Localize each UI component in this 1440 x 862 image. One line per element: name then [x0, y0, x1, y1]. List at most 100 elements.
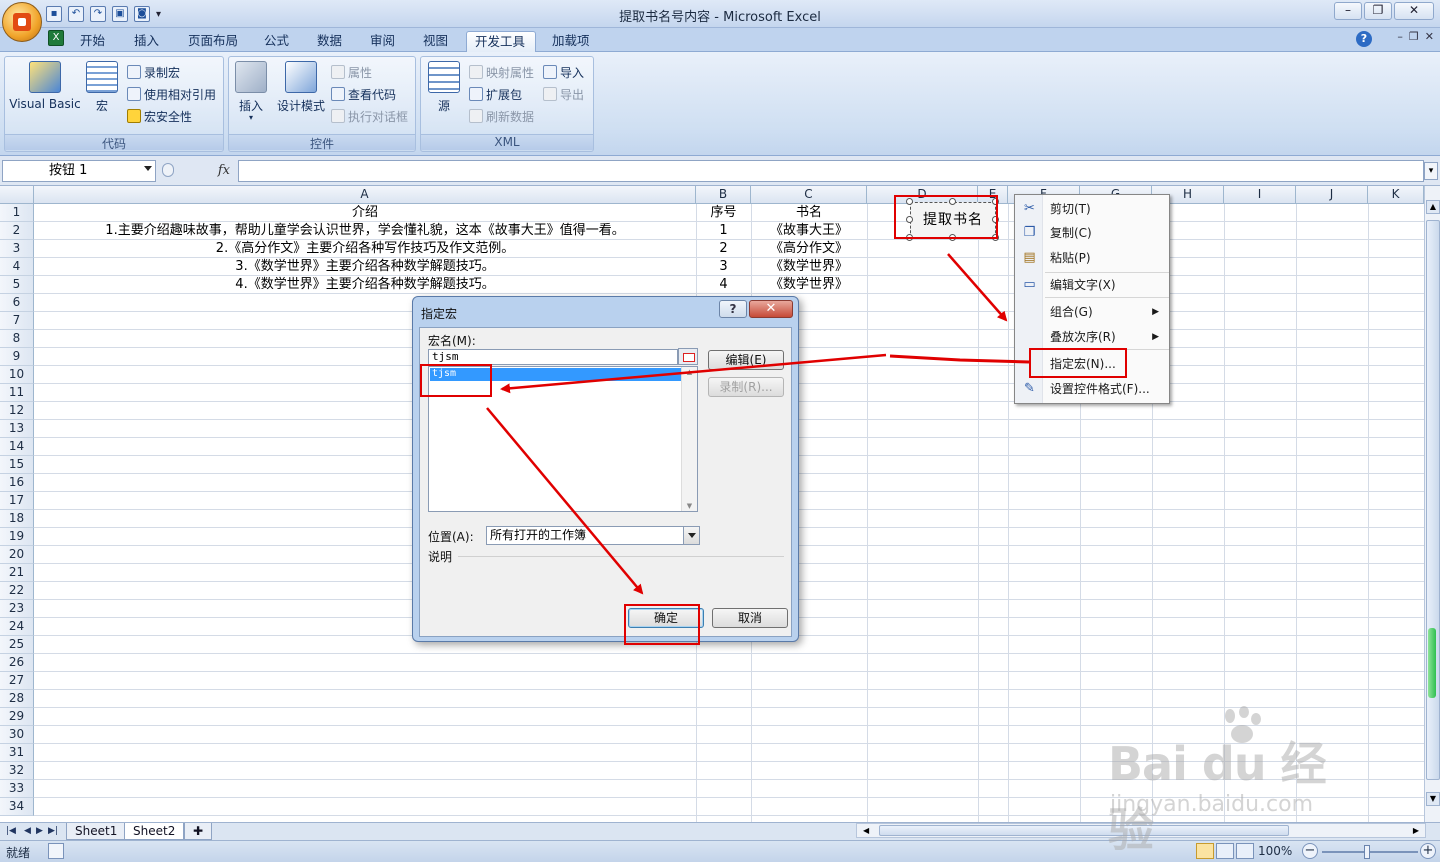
- column-header[interactable]: C: [751, 186, 867, 204]
- resize-handle[interactable]: [949, 198, 956, 205]
- cell-a4[interactable]: 3.《数学世界》主要介绍各种数学解题技巧。: [34, 258, 696, 276]
- row-header[interactable]: 4: [0, 258, 34, 276]
- cell-b3[interactable]: 2: [696, 240, 751, 258]
- ok-button[interactable]: 确定: [628, 608, 704, 628]
- resize-handle[interactable]: [906, 216, 913, 223]
- chevron-down-icon[interactable]: [683, 527, 699, 544]
- xml-source-button[interactable]: 源: [427, 61, 461, 114]
- insert-function-icon[interactable]: fx: [218, 163, 230, 178]
- row-header[interactable]: 23: [0, 600, 34, 618]
- dialog-help-button[interactable]: ?: [719, 300, 747, 318]
- refresh-data-button[interactable]: 刷新数据: [469, 108, 534, 125]
- tab-review[interactable]: 审阅: [362, 31, 403, 52]
- edit-macro-button[interactable]: 编辑(E): [708, 350, 784, 370]
- resize-handle[interactable]: [949, 234, 956, 241]
- column-header[interactable]: K: [1368, 186, 1424, 204]
- resize-handle[interactable]: [992, 198, 999, 205]
- cell-c5[interactable]: 《数学世界》: [751, 276, 867, 294]
- cell-a3[interactable]: 2.《高分作文》主要介绍各种写作技巧及作文范例。: [34, 240, 696, 258]
- row-header[interactable]: 26: [0, 654, 34, 672]
- row-header[interactable]: 27: [0, 672, 34, 690]
- row-header[interactable]: 29: [0, 708, 34, 726]
- zoom-in-icon[interactable]: +: [1420, 843, 1436, 859]
- cancel-button[interactable]: 取消: [712, 608, 788, 628]
- row-header[interactable]: 18: [0, 510, 34, 528]
- row-header[interactable]: 33: [0, 780, 34, 798]
- import-button[interactable]: 导入: [543, 64, 584, 81]
- select-all-corner[interactable]: [0, 186, 34, 204]
- first-sheet-icon[interactable]: |◀: [6, 826, 16, 836]
- ribbon-close-icon[interactable]: ✕: [1425, 30, 1434, 43]
- tab-data[interactable]: 数据: [309, 31, 350, 52]
- resize-handle[interactable]: [992, 234, 999, 241]
- row-header[interactable]: 16: [0, 474, 34, 492]
- scroll-up-icon[interactable]: ▲: [682, 368, 697, 376]
- row-header[interactable]: 20: [0, 546, 34, 564]
- insert-sheet-icon[interactable]: ✚: [184, 823, 212, 840]
- row-header[interactable]: 14: [0, 438, 34, 456]
- row-header[interactable]: 19: [0, 528, 34, 546]
- row-header[interactable]: 3: [0, 240, 34, 258]
- row-header[interactable]: 30: [0, 726, 34, 744]
- cell-a5[interactable]: 4.《数学世界》主要介绍各种数学解题技巧。: [34, 276, 696, 294]
- visual-basic-button[interactable]: Visual Basic: [7, 61, 83, 111]
- formula-input[interactable]: [238, 160, 1424, 182]
- tab-view[interactable]: 视图: [415, 31, 456, 52]
- row-header[interactable]: 22: [0, 582, 34, 600]
- insert-control-button[interactable]: 插入 ▾: [233, 61, 269, 122]
- row-header[interactable]: 28: [0, 690, 34, 708]
- macro-recording-icon[interactable]: [48, 843, 64, 859]
- row-header[interactable]: 2: [0, 222, 34, 240]
- resize-handle[interactable]: [992, 216, 999, 223]
- row-header[interactable]: 11: [0, 384, 34, 402]
- row-header[interactable]: 34: [0, 798, 34, 816]
- macro-name-input[interactable]: tjsm: [428, 349, 678, 365]
- row-header[interactable]: 12: [0, 402, 34, 420]
- menu-item-assign-macro[interactable]: 指定宏(N)...: [1043, 352, 1169, 376]
- run-dialog-button[interactable]: 执行对话框: [331, 108, 408, 125]
- row-header[interactable]: 1: [0, 204, 34, 222]
- office-button[interactable]: [2, 2, 42, 42]
- scroll-down-icon[interactable]: ▼: [1426, 792, 1440, 806]
- menu-item-group[interactable]: 组合(G) ▶: [1043, 300, 1169, 324]
- cell-a2[interactable]: 1.主要介绍趣味故事，帮助儿童学会认识世界，学会懂礼貌，这本《故事大王》值得一看…: [34, 222, 696, 240]
- ribbon-restore-icon[interactable]: ❐: [1409, 30, 1419, 43]
- row-header[interactable]: 7: [0, 312, 34, 330]
- dialog-close-button[interactable]: ✕: [749, 300, 793, 318]
- cell-b2[interactable]: 1: [696, 222, 751, 240]
- column-header[interactable]: A: [34, 186, 696, 204]
- tab-insert[interactable]: 插入: [126, 31, 167, 52]
- view-code-button[interactable]: 查看代码: [331, 86, 396, 103]
- menu-item-copy[interactable]: 复制(C): [1043, 221, 1169, 245]
- minimize-button[interactable]: –: [1334, 2, 1362, 20]
- cell-c2[interactable]: 《故事大王》: [751, 222, 867, 240]
- tab-addins[interactable]: 加载项: [544, 31, 598, 52]
- resize-handle[interactable]: [906, 198, 913, 205]
- cell-c3[interactable]: 《高分作文》: [751, 240, 867, 258]
- extract-title-form-button[interactable]: 提取书名: [910, 202, 996, 238]
- design-mode-button[interactable]: 设计模式: [273, 61, 329, 114]
- macro-security-button[interactable]: 宏安全性: [127, 108, 192, 125]
- record-macro-dialog-button[interactable]: 录制(R)...: [708, 377, 784, 397]
- location-select[interactable]: 所有打开的工作簿: [486, 526, 700, 545]
- resize-handle[interactable]: [906, 234, 913, 241]
- expand-formula-bar-icon[interactable]: ▾: [1424, 162, 1438, 180]
- menu-item-paste[interactable]: 粘贴(P): [1043, 246, 1169, 270]
- tab-developer[interactable]: 开发工具: [466, 31, 536, 52]
- row-header[interactable]: 24: [0, 618, 34, 636]
- vertical-scrollbar[interactable]: ▲ ▼: [1424, 186, 1440, 822]
- tab-home[interactable]: 开始: [72, 31, 113, 52]
- scroll-up-icon[interactable]: ▲: [1426, 200, 1440, 214]
- sheet-tab-sheet2[interactable]: Sheet2: [124, 823, 185, 840]
- cell-b1[interactable]: 序号: [696, 204, 751, 222]
- row-header[interactable]: 21: [0, 564, 34, 582]
- menu-item-cut[interactable]: 剪切(T): [1043, 197, 1169, 221]
- help-icon[interactable]: ?: [1356, 31, 1372, 47]
- ribbon-minimize-icon[interactable]: –: [1397, 30, 1403, 43]
- row-header[interactable]: 5: [0, 276, 34, 294]
- menu-item-order[interactable]: 叠放次序(R) ▶: [1043, 325, 1169, 349]
- record-macro-button[interactable]: 录制宏: [127, 64, 180, 81]
- last-sheet-icon[interactable]: ▶|: [48, 826, 58, 836]
- scroll-right-icon[interactable]: ▶: [1413, 824, 1419, 837]
- row-header[interactable]: 31: [0, 744, 34, 762]
